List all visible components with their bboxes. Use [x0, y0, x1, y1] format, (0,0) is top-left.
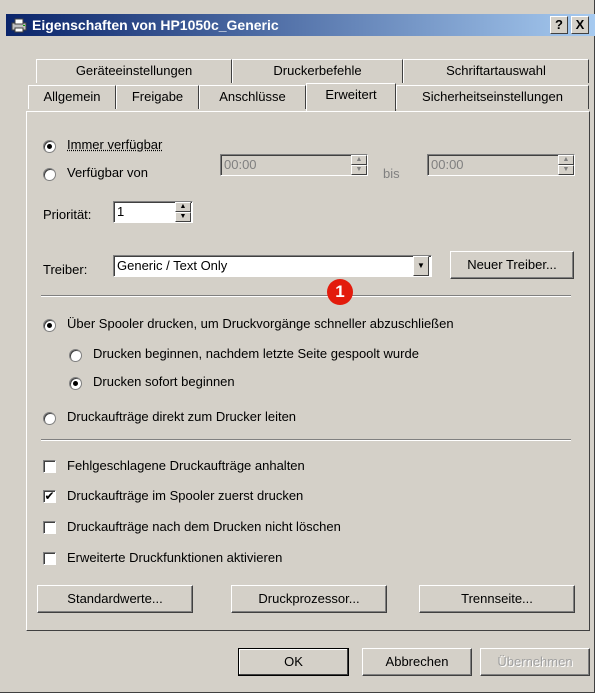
driver-select[interactable]: Generic / Text Only: [113, 255, 432, 277]
from-time-spinner[interactable]: ▲ ▼: [351, 155, 367, 175]
tab-sicherheitseinstellungen[interactable]: Sicherheitseinstellungen: [396, 85, 589, 109]
start-immediately-label[interactable]: Drucken sofort beginnen: [93, 374, 235, 389]
print-processor-button[interactable]: Druckprozessor...: [231, 585, 387, 613]
tab-geraeteeinstellungen[interactable]: Geräteeinstellungen: [36, 59, 232, 83]
start-immediately-radio[interactable]: [69, 377, 82, 390]
spin-down-icon[interactable]: ▼: [351, 165, 367, 175]
available-from-radio[interactable]: [43, 168, 56, 181]
always-available-radio[interactable]: [43, 140, 56, 153]
tab-anschluesse[interactable]: Anschlüsse: [199, 85, 306, 109]
from-time-field[interactable]: 00:00: [220, 154, 368, 176]
hold-mismatched-checkbox[interactable]: [43, 460, 56, 473]
always-available-label[interactable]: Immer verfügbar: [67, 137, 162, 152]
start-after-last-page-label[interactable]: Drucken beginnen, nachdem letzte Seite g…: [93, 346, 419, 361]
hold-mismatched-label[interactable]: Fehlgeschlagene Druckaufträge anhalten: [67, 458, 305, 473]
new-driver-button[interactable]: Neuer Treiber...: [450, 251, 574, 279]
chevron-down-icon[interactable]: ▼: [413, 256, 429, 276]
cancel-button[interactable]: Abbrechen: [362, 648, 472, 676]
ok-button[interactable]: OK: [238, 648, 349, 676]
apply-button[interactable]: Übernehmen: [480, 648, 590, 676]
annotation-marker: 1: [327, 279, 353, 305]
title-bar[interactable]: Eigenschaften von HP1050c_Generic ? X: [6, 14, 595, 36]
use-spooler-label[interactable]: Über Spooler drucken, um Druckvorgänge s…: [67, 316, 454, 331]
spin-down-icon[interactable]: ▼: [558, 165, 574, 175]
help-button[interactable]: ?: [550, 16, 568, 34]
keep-printed-label[interactable]: Druckaufträge nach dem Drucken nicht lös…: [67, 519, 341, 534]
spin-down-icon[interactable]: ▼: [175, 212, 191, 222]
close-button[interactable]: X: [571, 16, 589, 34]
advanced-features-label[interactable]: Erweiterte Druckfunktionen aktivieren: [67, 550, 282, 565]
defaults-button[interactable]: Standardwerte...: [37, 585, 193, 613]
priority-label: Priorität:: [43, 207, 92, 222]
tab-panel-erweitert: Immer verfügbar Verfügbar von 00:00 ▲ ▼ …: [26, 111, 590, 631]
tab-freigabe[interactable]: Freigabe: [116, 85, 199, 109]
print-spooled-first-checkbox[interactable]: ✔: [43, 490, 56, 503]
tab-druckerbefehle[interactable]: Druckerbefehle: [232, 59, 403, 83]
tab-allgemein[interactable]: Allgemein: [28, 85, 116, 109]
separator: [41, 295, 571, 297]
tab-erweitert[interactable]: Erweitert: [306, 83, 396, 111]
window-title: Eigenschaften von HP1050c_Generic: [32, 17, 279, 33]
spin-up-icon[interactable]: ▲: [351, 155, 367, 165]
print-direct-label[interactable]: Druckaufträge direkt zum Drucker leiten: [67, 409, 296, 424]
keep-printed-checkbox[interactable]: [43, 521, 56, 534]
available-from-label[interactable]: Verfügbar von: [67, 165, 148, 180]
print-spooled-first-label[interactable]: Druckaufträge im Spooler zuerst drucken: [67, 488, 303, 503]
tab-schriftartauswahl[interactable]: Schriftartauswahl: [403, 59, 589, 83]
driver-label: Treiber:: [43, 262, 88, 277]
advanced-features-checkbox[interactable]: [43, 552, 56, 565]
separator: [41, 439, 571, 441]
print-direct-radio[interactable]: [43, 412, 56, 425]
to-label: bis: [383, 166, 400, 181]
printer-icon: [11, 18, 27, 33]
spin-up-icon[interactable]: ▲: [175, 202, 191, 212]
priority-spinner[interactable]: ▲ ▼: [175, 202, 191, 222]
printer-properties-dialog: Eigenschaften von HP1050c_Generic ? X Ge…: [0, 0, 595, 693]
separator-page-button[interactable]: Trennseite...: [419, 585, 575, 613]
spin-up-icon[interactable]: ▲: [558, 155, 574, 165]
to-time-field[interactable]: 00:00: [427, 154, 575, 176]
use-spooler-radio[interactable]: [43, 319, 56, 332]
start-after-last-page-radio[interactable]: [69, 349, 82, 362]
to-time-spinner[interactable]: ▲ ▼: [558, 155, 574, 175]
